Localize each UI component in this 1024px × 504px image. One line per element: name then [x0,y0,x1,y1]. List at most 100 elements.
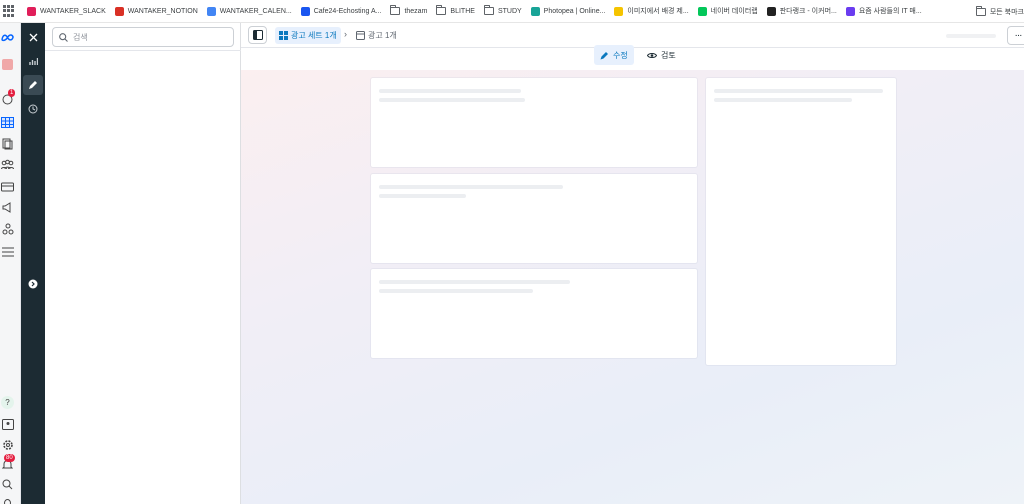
menu-icon[interactable] [1,245,14,258]
search-icon[interactable] [1,478,14,491]
close-icon[interactable] [23,27,43,47]
notification-badge: 80 [4,454,15,462]
more-options-button[interactable]: ··· [1007,26,1024,45]
bookmark-item[interactable]: 요즘 사람들의 IT 매... [845,6,922,16]
bookmark-label: 네이버 데이터랩 [710,8,758,15]
divider [45,50,241,51]
bookmark-label: WANTAKER_NOTION [127,7,198,15]
bookmark-label: WANTAKER_SLACK [40,7,106,15]
skeleton-line [379,194,466,198]
apps-grid-icon[interactable] [3,5,15,17]
skeleton-line [379,185,563,189]
edit-mode-button[interactable]: 수정 [594,45,634,65]
review-mode-button[interactable]: 검토 [641,45,682,65]
loading-placeholder [946,34,996,38]
pages-icon[interactable] [1,137,14,150]
bookmark-label: BLITHE [450,7,475,15]
bookmark-item[interactable]: 네이버 데이터랩 [697,6,758,16]
notification-badge: 1 [8,89,16,97]
more-dots-icon: ··· [1014,29,1023,41]
editor-rail [21,23,45,504]
bookmark-item[interactable]: WANTAKER_NOTION [114,6,198,16]
loading-card [371,174,697,263]
all-bookmarks-label: 모든 북마크 [989,8,1024,16]
ads-manager-table-icon[interactable] [1,116,14,129]
edit-mode-label: 수정 [613,50,628,60]
skeleton-line [714,89,883,93]
eye-icon [647,52,657,58]
search-box [52,27,234,47]
bookmark-item[interactable]: STUDY [483,5,522,15]
edit-pencil-icon[interactable] [23,75,43,95]
search-panel [45,23,241,504]
loading-card [371,78,697,167]
breadcrumb-ad[interactable]: 광고 1개 [356,27,397,44]
calendar-icon [206,6,216,16]
yozm-icon [845,6,855,16]
loading-card [371,269,697,358]
bookmark-label: 요즘 사람들의 IT 매... [858,8,922,15]
slack-icon [27,6,36,16]
skeleton-line [379,89,521,93]
meta-logo-icon[interactable] [1,31,14,44]
chevron-right-icon: › [344,29,347,39]
top-bar: 광고 세트 1개 › 광고 1개 ··· [241,23,1024,48]
search-icon [59,32,68,42]
emoji-icon[interactable]: 1 [1,89,16,106]
removebg-icon [614,6,624,16]
edit-pencil-icon [600,51,608,59]
bookmark-label: thezam [404,7,428,15]
bookmark-label: Photopea | Online... [543,7,606,15]
history-clock-icon[interactable] [23,99,43,119]
feedback-icon[interactable] [1,418,14,431]
bug-report-icon[interactable] [1,496,14,504]
editor-canvas [241,70,1024,504]
folder-icon [483,5,494,15]
bookmark-item[interactable]: WANTAKER_SLACK [27,6,106,16]
folder-icon [390,5,401,15]
bookmark-item[interactable]: BLITHE [436,5,475,15]
notifications-bell-icon[interactable]: 80 [1,454,15,471]
main-area: 광고 세트 1개 › 광고 1개 ··· 수정 검토 [241,23,1024,504]
bookmark-item[interactable]: Photopea | Online... [530,6,606,16]
bookmark-item[interactable]: thezam [390,5,428,15]
bookmark-label: STUDY [497,7,522,15]
search-input[interactable] [73,32,223,42]
bookmark-label: WANTAKER_CALEN... [219,7,292,15]
app-rail: 1 ? 80 [0,23,21,504]
bookmark-label: 이미지에서 배경 제... [627,8,689,15]
naver-icon [697,6,707,16]
skeleton-line [379,289,533,293]
bookmark-item[interactable]: 이미지에서 배경 제... [614,6,689,16]
review-mode-label: 검토 [661,50,676,60]
skeleton-line [379,280,570,284]
skeleton-line [714,98,852,102]
breadcrumb-ad-label: 광고 1개 [368,31,397,40]
megaphone-icon[interactable] [1,201,14,214]
breadcrumb-ad-set-label: 광고 세트 1개 [291,31,337,40]
business-tools-icon[interactable] [1,222,14,235]
folder-icon [436,5,447,15]
bookmark-item[interactable]: Cafe24-Echosting A... [300,6,382,16]
bookmarks-bar: WANTAKER_SLACK WANTAKER_NOTION WANTAKER_CA… [0,0,1024,23]
breadcrumb-ad-set[interactable]: 광고 세트 1개 [275,27,341,44]
bar-chart-icon[interactable] [23,51,43,71]
settings-gear-icon[interactable] [1,438,14,451]
billing-icon[interactable] [1,180,14,193]
ad-set-grid-icon [279,31,288,40]
cafe24-icon [300,6,310,16]
bookmark-item[interactable]: 판다랭크 - 이커머... [766,6,837,16]
expand-chevron-icon[interactable] [23,274,43,294]
bookmark-item[interactable]: WANTAKER_CALEN... [206,6,292,16]
bookmark-label: 판다랭크 - 이커머... [779,8,837,15]
folder-icon [975,5,986,16]
sidebar-toggle-icon [252,30,263,40]
audience-icon[interactable] [1,158,14,171]
bookmark-label: Cafe24-Echosting A... [313,7,382,15]
all-bookmarks[interactable]: 모든 북마크 [975,0,1024,23]
help-icon[interactable]: ? [1,396,14,409]
bookmark-list: WANTAKER_SLACK WANTAKER_NOTION WANTAKER_CA… [27,5,931,16]
pandarank-icon [766,6,776,16]
panel-toggle-button[interactable] [248,26,267,44]
account-icon[interactable] [1,58,14,71]
